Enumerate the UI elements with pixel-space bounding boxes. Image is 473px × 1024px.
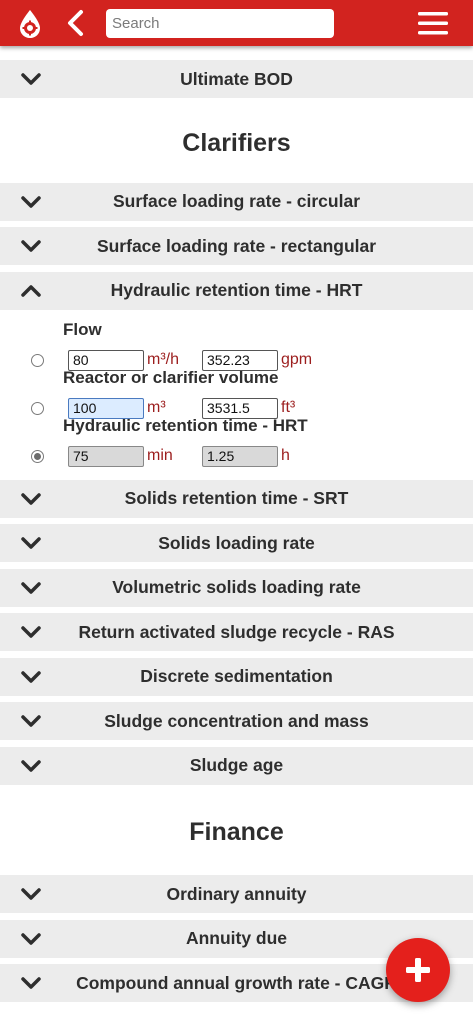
accordion-ultimate-bod[interactable]: Ultimate BOD	[0, 60, 473, 98]
calculator-list: Ultimate BOD Clarifiers Surface loading …	[0, 46, 473, 1009]
volume-unit-secondary: ft³	[281, 398, 296, 416]
accordion-label: Hydraulic retention time - HRT	[110, 280, 363, 300]
chevron-down-icon	[21, 626, 41, 638]
chevron-left-icon[interactable]	[64, 9, 88, 37]
accordion-hrt-expanded[interactable]: Hydraulic retention time - HRT	[0, 271, 473, 310]
field-label-flow: Flow	[63, 319, 102, 339]
accordion-sludge-concentration[interactable]: Sludge concentration and mass	[0, 702, 473, 740]
accordion-ras[interactable]: Return activated sludge recycle - RAS	[0, 613, 473, 651]
accordion-discrete-sedimentation[interactable]: Discrete sedimentation	[0, 657, 473, 696]
accordion-label: Discrete sedimentation	[140, 666, 333, 686]
chevron-down-icon	[21, 759, 41, 772]
accordion-surface-loading-rectangular[interactable]: Surface loading rate - rectangular	[0, 227, 473, 265]
chevron-down-icon	[21, 581, 41, 594]
radio-flow[interactable]	[31, 353, 44, 367]
hrt-output-primary: 75	[68, 445, 144, 467]
plus-icon	[406, 958, 430, 982]
accordion-label: Compound annual growth rate - CAGR	[76, 972, 397, 993]
field-label-hrt: Hydraulic retention time - HRT	[63, 415, 308, 435]
hamburger-menu-icon[interactable]	[416, 9, 450, 37]
chevron-down-icon	[21, 537, 41, 549]
accordion-label: Surface loading rate - circular	[112, 191, 361, 211]
chevron-down-icon	[21, 195, 41, 208]
hrt-output-secondary: 1.25	[202, 445, 278, 467]
hrt-unit-secondary: h	[281, 446, 290, 464]
chevron-up-icon	[21, 284, 41, 297]
accordion-label: Surface loading rate - rectangular	[96, 235, 377, 256]
chevron-down-icon	[21, 977, 41, 989]
add-fab-button[interactable]	[386, 938, 450, 1002]
water-drop-gear-icon[interactable]	[14, 8, 46, 40]
accordion-volumetric-solids-loading[interactable]: Volumetric solids loading rate	[0, 568, 473, 607]
accordion-solids-loading-rate[interactable]: Solids loading rate	[0, 524, 473, 562]
chevron-down-icon	[21, 715, 41, 727]
flow-unit-secondary: gpm	[281, 350, 313, 368]
hrt-calculator-form: Flow 80 m³/h 352.23 gpm Reactor or clari…	[0, 310, 473, 480]
chevron-down-icon	[21, 670, 41, 683]
accordion-srt[interactable]: Solids retention time - SRT	[0, 479, 473, 518]
flow-unit-primary: m³/h	[147, 350, 179, 368]
volume-unit-primary: m³	[147, 398, 166, 416]
accordion-label: Sludge concentration and mass	[104, 710, 369, 731]
chevron-down-icon	[21, 932, 41, 945]
accordion-label: Ordinary annuity	[166, 883, 307, 904]
chevron-down-icon	[21, 240, 41, 252]
accordion-label: Annuity due	[185, 928, 288, 948]
accordion-label: Solids retention time - SRT	[124, 488, 349, 508]
section-title-clarifiers: Clarifiers	[182, 128, 291, 157]
accordion-label: Ultimate BOD	[180, 68, 293, 89]
field-label-volume: Reactor or clarifier volume	[63, 367, 279, 387]
chevron-down-icon	[21, 888, 41, 900]
accordion-sludge-age[interactable]: Sludge age	[0, 746, 473, 785]
accordion-ordinary-annuity[interactable]: Ordinary annuity	[0, 875, 473, 913]
accordion-surface-loading-circular[interactable]: Surface loading rate - circular	[0, 182, 473, 221]
accordion-label: Sludge age	[189, 755, 284, 775]
radio-volume[interactable]	[31, 401, 44, 415]
accordion-label: Volumetric solids loading rate	[112, 577, 361, 597]
chevron-down-icon	[21, 492, 41, 505]
hrt-unit-primary: min	[147, 446, 173, 464]
section-title-finance: Finance	[189, 818, 284, 846]
search-input[interactable]	[106, 9, 334, 38]
accordion-label: Solids loading rate	[158, 532, 315, 553]
chevron-down-icon	[21, 73, 41, 85]
accordion-label: Return activated sludge recycle - RAS	[78, 621, 395, 642]
top-app-bar	[0, 0, 473, 46]
radio-hrt[interactable]	[31, 449, 44, 463]
